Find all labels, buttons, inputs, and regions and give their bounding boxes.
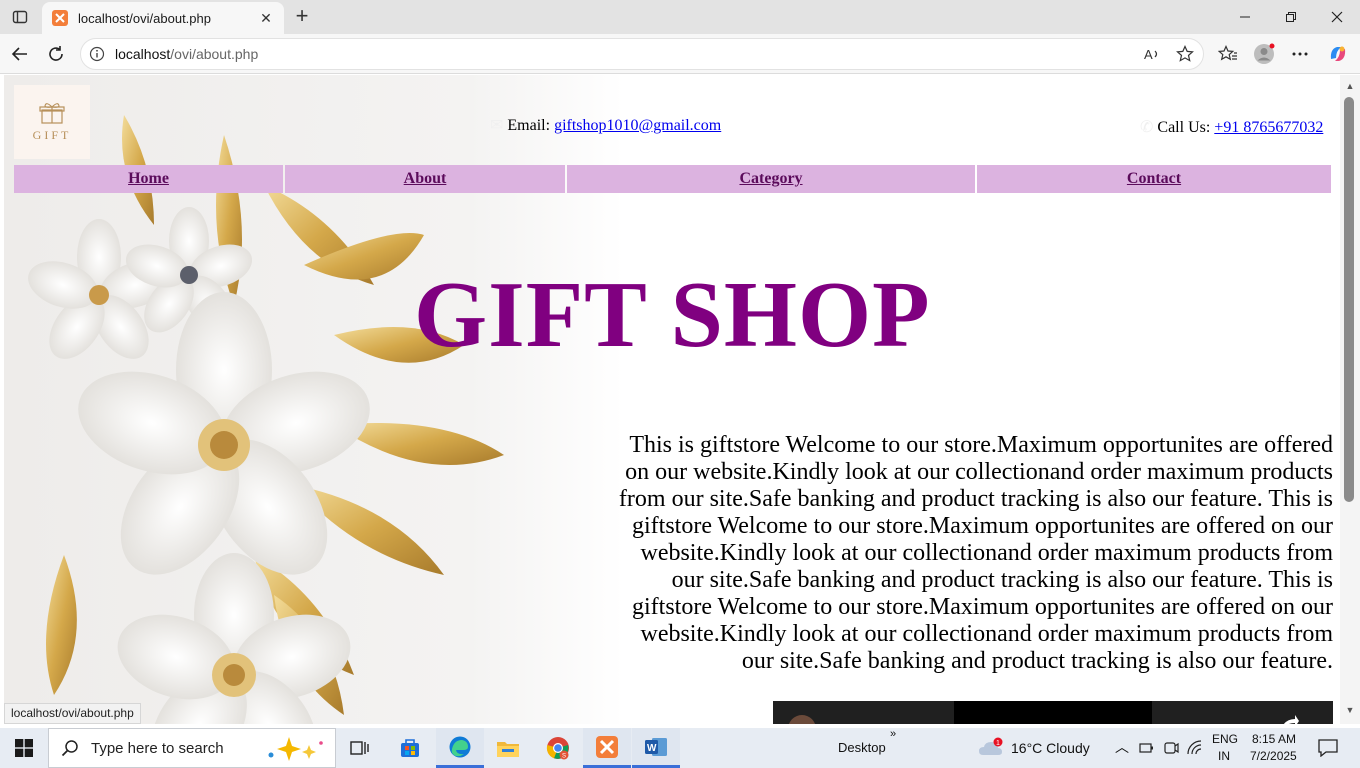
video-embed[interactable]: [773, 701, 1333, 724]
video-frame: [954, 701, 1152, 724]
menu-link-contact[interactable]: Contact: [1127, 170, 1181, 188]
search-icon: [61, 740, 78, 757]
url-field[interactable]: localhost/ovi/about.php: [80, 38, 1204, 70]
weather-text[interactable]: 16°C Cloudy: [1011, 740, 1090, 756]
site-info-icon[interactable]: [89, 46, 105, 62]
about-paragraph: This is giftstore Welcome to our store.M…: [618, 432, 1333, 512]
site-logo[interactable]: GIFT: [14, 85, 90, 159]
phone-contact: ✆ Call Us: +91 8765677032: [1140, 117, 1323, 137]
menu-item-about[interactable]: About: [285, 165, 565, 193]
svg-text:W: W: [647, 743, 657, 754]
menu-item-contact[interactable]: Contact: [977, 165, 1331, 193]
tab-actions-icon[interactable]: [8, 6, 32, 28]
taskbar-search-box[interactable]: Type here to search: [48, 728, 336, 768]
logo-text: GIFT: [32, 127, 72, 142]
desktop-toolbar-label[interactable]: Desktop: [838, 740, 886, 755]
page-viewport: GIFT ✉ Email: giftshop1010@gmail.com ✆ Cal…: [4, 75, 1340, 724]
email-contact: ✉ Email: giftshop1010@gmail.com: [490, 115, 721, 135]
taskbar: Type here to search S W Desktop » 1 16°C…: [0, 728, 1360, 768]
language-code[interactable]: ENG: [1212, 732, 1238, 746]
url-path: /ovi/about.php: [170, 46, 259, 62]
svg-text:1: 1: [996, 740, 1000, 747]
browser-tab[interactable]: localhost/ovi/about.php ✕: [42, 2, 284, 34]
search-highlight-icon: [268, 737, 323, 761]
clock-time[interactable]: 8:15 AM: [1252, 732, 1296, 746]
favorite-star-icon[interactable]: [1173, 42, 1197, 66]
phone-link[interactable]: +91 8765677032: [1214, 119, 1323, 136]
read-aloud-icon[interactable]: A: [1140, 42, 1164, 66]
close-window-icon[interactable]: [1314, 0, 1360, 34]
show-hidden-icons-icon[interactable]: ︿: [1115, 737, 1129, 757]
chrome-icon[interactable]: S: [534, 728, 582, 768]
scroll-thumb[interactable]: [1344, 97, 1354, 502]
address-bar-row: localhost/ovi/about.php A: [0, 34, 1360, 74]
mail-icon: ✉: [490, 117, 504, 134]
gift-logo-icon: [39, 102, 65, 124]
refresh-icon[interactable]: [44, 42, 68, 66]
page-scrollbar[interactable]: ▲ ▼: [1340, 75, 1360, 724]
new-tab-icon[interactable]: +: [290, 4, 314, 28]
xampp-favicon-icon: [52, 10, 68, 26]
xampp-icon[interactable]: [583, 728, 631, 768]
minimize-icon[interactable]: [1222, 0, 1268, 34]
phone-icon: ✆: [1140, 119, 1154, 136]
scroll-down-icon[interactable]: ▼: [1344, 705, 1356, 717]
url-host: localhost: [115, 46, 171, 62]
menu-link-about[interactable]: About: [404, 170, 447, 188]
menu-link-home[interactable]: Home: [128, 170, 169, 188]
task-view-icon[interactable]: [336, 728, 384, 768]
close-tab-icon[interactable]: ✕: [258, 10, 274, 27]
svg-text:A: A: [1144, 47, 1153, 62]
email-link[interactable]: giftshop1010@gmail.com: [554, 117, 721, 134]
restore-icon[interactable]: [1268, 0, 1314, 34]
copilot-icon[interactable]: [1326, 42, 1350, 66]
tab-title: localhost/ovi/about.php: [78, 10, 211, 26]
clock-date[interactable]: 7/2/2025: [1250, 749, 1297, 763]
windows-start-icon[interactable]: [0, 728, 48, 768]
favorites-icon[interactable]: [1216, 42, 1240, 66]
edge-browser-icon[interactable]: [436, 728, 484, 768]
scroll-up-icon[interactable]: ▲: [1344, 81, 1356, 93]
tab-bar: localhost/ovi/about.php ✕ +: [0, 0, 1360, 34]
main-menu: Home About Category Contact: [14, 165, 1331, 193]
video-thumbnail-icon: [788, 715, 816, 724]
language-region[interactable]: IN: [1218, 749, 1230, 763]
menu-item-home[interactable]: Home: [14, 165, 283, 193]
about-text: This is giftstore Welcome to our store.M…: [610, 432, 1333, 675]
svg-text:S: S: [562, 754, 566, 760]
email-label: Email:: [507, 117, 551, 134]
notification-center-icon[interactable]: [1318, 739, 1338, 757]
file-explorer-icon[interactable]: [484, 728, 532, 768]
chevron-right-icon[interactable]: »: [890, 728, 896, 740]
microsoft-store-icon[interactable]: [386, 728, 434, 768]
profile-avatar-icon[interactable]: [1252, 42, 1276, 66]
search-placeholder: Type here to search: [91, 739, 224, 757]
battery-plug-icon[interactable]: [1139, 741, 1155, 755]
wifi-icon[interactable]: [1187, 740, 1205, 756]
meet-now-icon[interactable]: [1163, 740, 1179, 756]
hero-title: GIFT SHOP: [414, 263, 931, 367]
back-icon[interactable]: [8, 42, 32, 66]
menu-item-category[interactable]: Category: [567, 165, 975, 193]
menu-link-category[interactable]: Category: [739, 170, 802, 188]
more-options-icon[interactable]: [1288, 42, 1312, 66]
status-url-bubble: localhost/ovi/about.php: [4, 703, 141, 724]
word-icon[interactable]: W: [632, 728, 680, 768]
share-icon[interactable]: [1279, 713, 1299, 724]
call-label: Call Us:: [1157, 119, 1211, 136]
weather-cloud-icon[interactable]: 1: [978, 737, 1004, 759]
